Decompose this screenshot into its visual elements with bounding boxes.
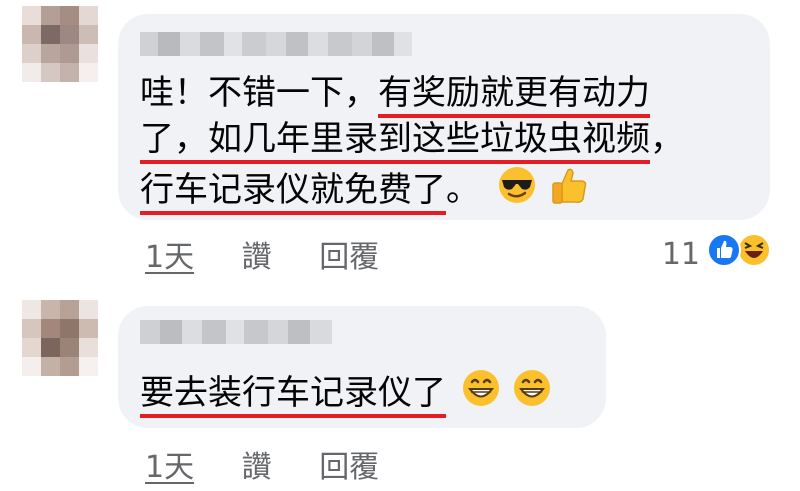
comment-text-line-1: 哇！不错一下，有奖励就更有动力 xyxy=(140,70,650,118)
underlined-text: 了，如几年里录到这些垃圾虫视频 xyxy=(140,119,650,164)
author-name-blurred[interactable] xyxy=(140,32,412,56)
comment-bubble: 要去装行车记录仪了 xyxy=(118,306,606,428)
grinning-face-emoji xyxy=(512,368,552,420)
underlined-text: 行车记录仪就免费了 xyxy=(140,169,446,215)
avatar[interactable] xyxy=(22,300,98,376)
comment-text-line-2: 了，如几年里录到这些垃圾虫视频， xyxy=(140,116,684,164)
text-segment: ， xyxy=(650,119,684,159)
like-reaction-icon xyxy=(706,232,742,276)
comment-text-line-1: 要去装行车记录仪了 xyxy=(140,368,552,420)
timestamp-link[interactable]: 1天 xyxy=(145,240,194,275)
underlined-text: 要去装行车记录仪了 xyxy=(140,372,446,418)
grinning-face-emoji xyxy=(461,368,501,420)
like-button[interactable]: 讚 xyxy=(242,450,272,485)
like-button[interactable]: 讚 xyxy=(242,240,272,275)
cool-face-emoji xyxy=(497,165,537,217)
underlined-text: 有奖励就更有动力 xyxy=(378,73,650,118)
reaction-summary[interactable]: 11 xyxy=(662,232,772,276)
author-name-blurred[interactable] xyxy=(140,320,332,344)
reply-button[interactable]: 回覆 xyxy=(319,240,379,275)
text-segment: 。 xyxy=(446,169,480,210)
comment-bubble: 哇！不错一下，有奖励就更有动力 了，如几年里录到这些垃圾虫视频， 行车记录仪就免… xyxy=(118,14,770,220)
comment-text-line-3: 行车记录仪就免费了。 xyxy=(140,164,590,218)
reaction-count: 11 xyxy=(661,236,700,272)
avatar[interactable] xyxy=(22,6,98,82)
comment-actions: 1天 讚 回覆 xyxy=(145,232,417,276)
comment-actions: 1天 讚 回覆 xyxy=(145,442,417,486)
timestamp-link[interactable]: 1天 xyxy=(145,450,194,485)
reply-button[interactable]: 回覆 xyxy=(319,450,379,485)
text-segment: 哇！不错一下， xyxy=(140,73,378,113)
thumbs-up-emoji xyxy=(548,164,590,218)
